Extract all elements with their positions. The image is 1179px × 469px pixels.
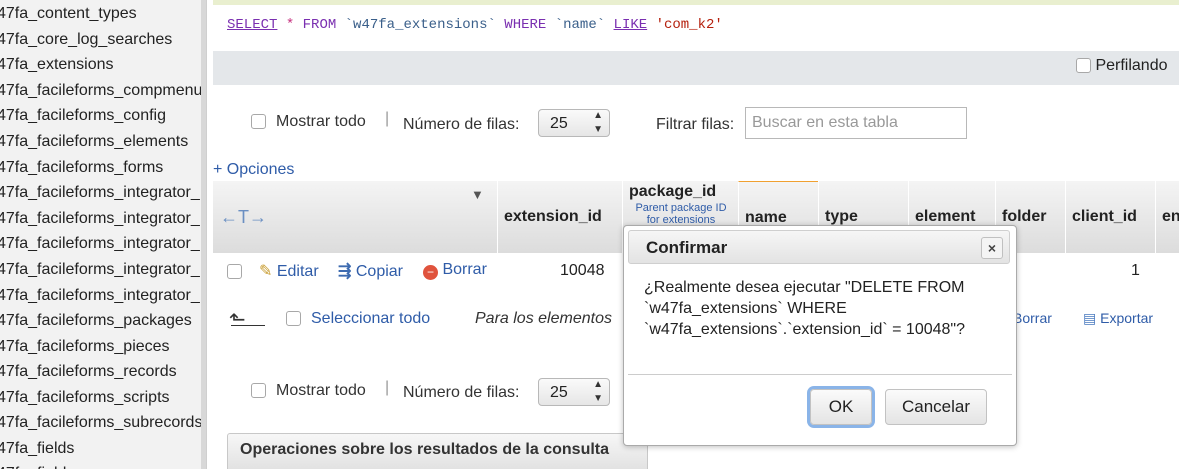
dialog-title-bar[interactable]: Confirmar × [628,230,1010,264]
dialog-title: Confirmar [646,238,728,257]
dialog-message: ¿Realmente desea ejecutar "DELETE FROM `… [644,279,969,338]
ok-button[interactable]: OK [810,389,872,425]
confirm-dialog: Confirmar × ¿Realmente desea ejecutar "D… [623,225,1017,446]
dialog-divider [628,374,1012,375]
cancel-button[interactable]: Cancelar [885,389,987,425]
close-icon[interactable]: × [981,237,1003,259]
